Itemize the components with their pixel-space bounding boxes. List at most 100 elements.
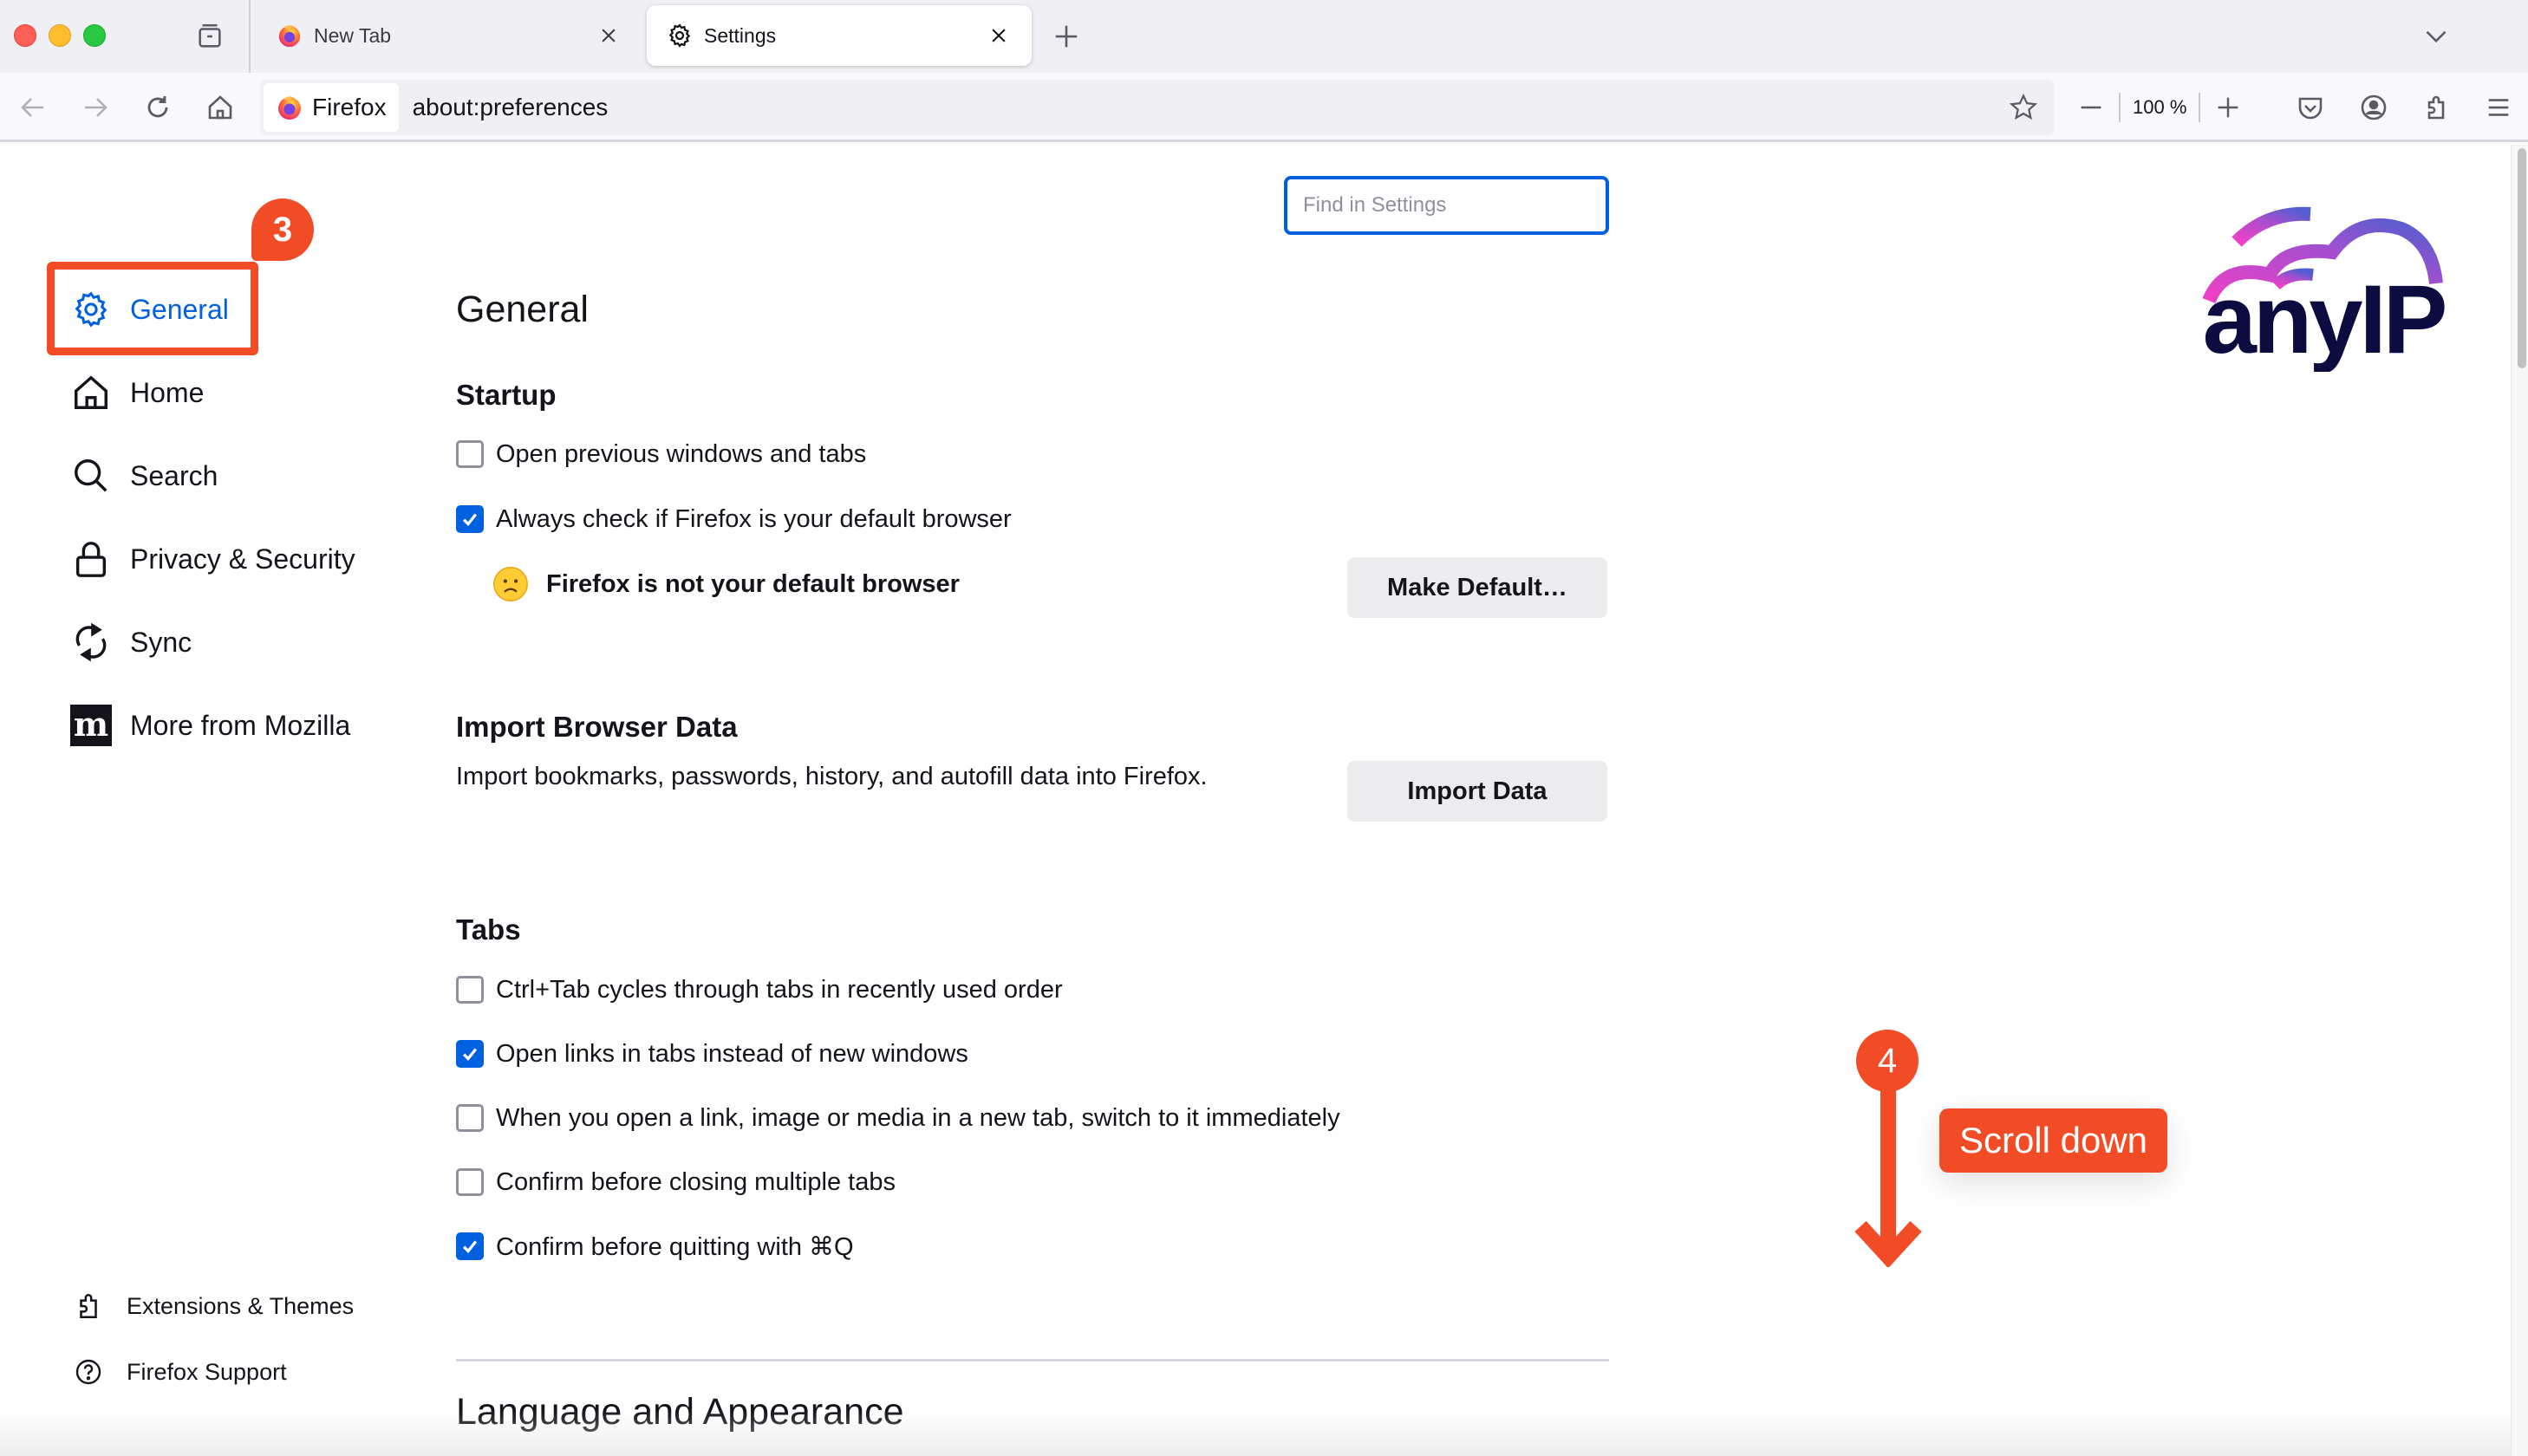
tab-settings[interactable]: Settings [647,5,1032,66]
checkbox-label: Open previous windows and tabs [496,439,867,468]
plus-icon [2219,97,2238,118]
sidebar-item-home[interactable]: Home [69,365,204,420]
sidebar-item-sync[interactable]: Sync [69,614,192,670]
sidebar-item-label: Privacy & Security [130,543,355,575]
pocket-icon [2298,97,2323,120]
checkbox[interactable] [456,976,484,1004]
sidebar-extensions-themes-link[interactable]: Extensions & Themes [73,1284,354,1328]
url-bar[interactable]: Firefox about:preferences [260,80,2055,135]
tab-bar: New Tab Settings [0,0,2528,73]
anyip-logo-text: anyIP [2203,265,2445,372]
pocket-button[interactable] [2291,88,2329,127]
vertical-scrollbar[interactable] [2511,145,2528,1456]
close-tab-icon[interactable] [985,22,1013,49]
identity-box[interactable]: Firefox [264,83,399,132]
sidebar-item-more-from-mozilla[interactable]: m More from Mozilla [69,698,350,753]
svg-text:m: m [74,705,108,744]
plus-icon [1055,25,1078,48]
anyip-logo: anyIP [2202,206,2448,372]
sidebar-item-label: Search [130,459,218,491]
checkbox[interactable] [456,1104,484,1132]
checkbox-label: Ctrl+Tab cycles through tabs in recently… [496,975,1063,1004]
checkbox[interactable] [456,440,484,468]
new-tab-button[interactable] [1049,19,1084,54]
zoom-out-button[interactable] [2072,88,2110,127]
minus-icon [2081,106,2101,109]
arrow-down-icon [1854,1081,1922,1267]
zoom-separator [2199,93,2201,122]
checkmark-icon [462,1048,478,1061]
checkbox-checked[interactable] [456,505,484,533]
sidebar-foot-label: Firefox Support [127,1358,287,1385]
chevron-down-icon [2426,30,2447,43]
list-all-tabs-button[interactable] [2419,19,2453,54]
section-divider [456,1359,1609,1362]
zoom-separator [2119,93,2121,122]
puzzle-icon [73,1290,104,1322]
find-in-settings-input[interactable] [1284,176,1609,235]
identity-label: Firefox [312,94,387,120]
bookmark-star-button[interactable] [2004,88,2043,127]
extensions-button[interactable] [2417,88,2455,127]
checkbox-open-previous-windows[interactable]: Open previous windows and tabs [456,435,866,473]
firefox-view-button[interactable] [192,19,227,54]
sidebar-foot-label: Extensions & Themes [127,1292,355,1319]
home-icon [208,95,232,120]
import-data-button[interactable]: Import Data [1347,761,1607,822]
checkmark-icon [462,1240,478,1253]
reload-button[interactable] [139,88,177,127]
search-icon [69,454,113,497]
default-status-text: Firefox is not your default browser [546,569,960,598]
window-close-button[interactable] [14,24,36,47]
page-title: General [456,289,589,330]
checkbox-label: Confirm before quitting with ⌘Q [496,1232,854,1261]
bottom-shadow [0,1410,2511,1456]
help-icon [73,1356,104,1388]
sidebar-firefox-support-link[interactable]: Firefox Support [73,1350,287,1394]
sidebar-item-label: Sync [130,626,192,658]
navigation-toolbar: Firefox about:preferences 100 % [0,73,2528,142]
import-heading: Import Browser Data [456,711,738,743]
arrow-right-icon [85,98,108,117]
puzzle-icon [2427,95,2445,120]
sync-icon [69,621,113,664]
back-button[interactable] [14,88,52,127]
home-icon [69,371,113,414]
checkbox-always-check-default[interactable]: Always check if Firefox is your default … [456,500,1012,538]
firefox-icon [276,22,303,49]
sidebar-item-search[interactable]: Search [69,448,218,504]
home-button[interactable] [201,88,239,127]
checkbox-checked[interactable] [456,1040,484,1068]
zoom-in-button[interactable] [2209,88,2247,127]
make-default-button[interactable]: Make Default… [1347,557,1607,618]
forward-button[interactable] [76,88,114,127]
window-zoom-button[interactable] [83,24,106,47]
startup-heading: Startup [456,379,557,411]
checkbox-checked[interactable] [456,1232,484,1260]
lock-icon [69,537,113,581]
tab-new-tab[interactable]: New Tab [257,5,642,66]
hamburger-menu-icon [2488,99,2509,116]
checkbox-confirm-closing-tabs[interactable]: Confirm before closing multiple tabs [456,1163,896,1201]
url-text[interactable]: about:preferences [413,94,609,121]
arrow-left-icon [21,98,43,117]
scrollbar-thumb[interactable] [2518,148,2526,368]
account-button[interactable] [2355,88,2393,127]
app-menu-button[interactable] [2479,88,2518,127]
checkbox-open-links-in-tabs[interactable]: Open links in tabs instead of new window… [456,1035,968,1073]
zoom-reset-button[interactable]: 100 % [2129,96,2190,119]
preferences-page: General Home Search Privacy & Security S… [0,145,2511,1456]
sidebar-item-privacy-security[interactable]: Privacy & Security [69,531,355,587]
zoom-controls: 100 % [2072,87,2247,128]
window-minimize-button[interactable] [49,24,71,47]
close-tab-icon[interactable] [595,22,622,49]
checkbox-ctrl-tab-cycles[interactable]: Ctrl+Tab cycles through tabs in recently… [456,971,1063,1009]
checkmark-icon [462,513,478,526]
annotation-highlight-box [47,262,258,355]
checkbox-label: Always check if Firefox is your default … [496,504,1012,533]
checkbox-confirm-quitting[interactable]: Confirm before quitting with ⌘Q [456,1227,854,1265]
star-icon [2009,93,2038,120]
reload-icon [147,96,168,118]
checkbox-switch-to-new-tab[interactable]: When you open a link, image or media in … [456,1099,1340,1137]
checkbox[interactable] [456,1168,484,1196]
